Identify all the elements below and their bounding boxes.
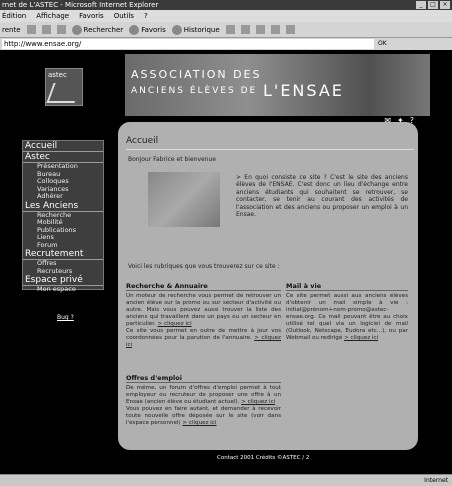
sidebar-item-adherer[interactable]: Adhérer: [23, 192, 103, 201]
sidebar-item-presentation[interactable]: Présentation: [23, 162, 103, 171]
banner-line1: ASSOCIATION DES: [131, 68, 262, 81]
maximize-button[interactable]: □: [428, 1, 438, 9]
help-icon[interactable]: ?: [410, 116, 414, 125]
sidebar-nav: Accueil Astec Présentation Bureau Colloq…: [22, 140, 104, 293]
address-bar: http://www.ensae.org/ OK: [0, 38, 452, 50]
box-recherche-body: Un moteur de recherche vous permet de re…: [126, 293, 281, 349]
history-button[interactable]: Historique: [171, 24, 220, 35]
status-zone: Internet: [424, 477, 448, 484]
content-panel: ✉ ✦ ? Accueil Bonjour Fabrice et bienven…: [118, 116, 418, 450]
box-emploi-title: Offres d'emploi: [126, 374, 281, 383]
menu-favorites[interactable]: Favoris: [79, 10, 104, 22]
favorites-icon: [129, 24, 140, 35]
messenger-icon[interactable]: [285, 25, 295, 34]
footer-links: Contact 2001 Crédits ©ASTEC / 2: [217, 455, 309, 461]
box-recherche-link[interactable]: > cliquez ici: [158, 321, 192, 327]
menu-bar: Édition Affichage Favoris Outils ?: [0, 10, 452, 22]
go-button[interactable]: OK: [378, 38, 387, 50]
box-emploi-link[interactable]: > cliquez ici: [241, 399, 275, 405]
mail-icon[interactable]: ✉: [384, 116, 391, 125]
greeting: Bonjour Fabrice et bienvenue: [128, 156, 216, 163]
header-banner: ASSOCIATION DES ANCIENS ÉLÈVES DE L'ENSA…: [125, 54, 430, 116]
banner-line2: ANCIENS ÉLÈVES DE: [131, 86, 258, 96]
sidebar-item-recruteurs[interactable]: Recruteurs: [23, 267, 103, 276]
menu-help[interactable]: ?: [144, 10, 148, 22]
logo-chevron-icon: [46, 83, 82, 103]
box-mail-title: Mail à vie: [286, 282, 408, 291]
box-mail-link[interactable]: > cliquez ici: [344, 335, 378, 341]
sidebar-item-mon-espace[interactable]: Mon espace: [23, 285, 103, 294]
box-recherche-text: Un moteur de recherche vous permet de re…: [126, 293, 281, 327]
history-icon: [171, 24, 182, 35]
refresh-icon[interactable]: [41, 25, 51, 34]
box-mail-body: Ce site permet aussi aux anciens élèves …: [286, 293, 408, 342]
rubriques-text: Voici les rubriques que vous trouverez s…: [128, 263, 280, 270]
building-image: [148, 172, 220, 227]
panel-tools: ✉ ✦ ?: [384, 116, 414, 125]
box-recherche-title: Recherche & Annuaire: [126, 282, 281, 291]
sidebar-item-publications[interactable]: Publications: [23, 226, 103, 235]
web-page: astec ASSOCIATION DES ANCIENS ÉLÈVES DE …: [0, 50, 452, 461]
back-label: rente: [2, 25, 21, 34]
box-emploi-body: De même, un forum d'offres d'emploi perm…: [126, 385, 281, 427]
page-title: Accueil: [126, 136, 159, 146]
sidebar-item-accueil[interactable]: Accueil: [23, 141, 103, 152]
edit-icon[interactable]: [255, 25, 265, 34]
sidebar-item-recherche[interactable]: Recherche: [23, 211, 103, 220]
history-label: Historique: [183, 25, 220, 34]
title-divider: [126, 149, 414, 150]
window-controls: _ □ ×: [416, 1, 450, 9]
discuss-icon[interactable]: [270, 25, 280, 34]
search-label: Rechercher: [83, 25, 124, 34]
close-button[interactable]: ×: [440, 1, 450, 9]
window-title-bar: rnet de L'ASTEC - Microsoft Internet Exp…: [0, 0, 452, 10]
favorites-button[interactable]: Favoris: [129, 24, 166, 35]
favorites-label: Favoris: [141, 25, 166, 34]
minimize-button[interactable]: _: [416, 1, 426, 9]
box-emploi-link2[interactable]: > cliquez ici: [182, 420, 216, 426]
astec-logo[interactable]: astec: [45, 68, 83, 106]
mail-icon[interactable]: [225, 25, 235, 34]
sidebar-section-recrutement: Recrutement: [23, 249, 103, 260]
search-icon: [71, 24, 82, 35]
status-bar: Internet: [0, 474, 452, 486]
sidebar-item-forum[interactable]: Forum: [23, 241, 103, 250]
window-title: rnet de L'ASTEC - Microsoft Internet Exp…: [2, 1, 159, 9]
sidebar-item-liens[interactable]: Liens: [23, 233, 103, 242]
footer-text[interactable]: Contact 2001 Crédits ©ASTEC / 2: [217, 455, 309, 461]
sidebar-section-anciens: Les Anciens: [23, 201, 103, 212]
banner-line3: L'ENSAE: [263, 81, 344, 100]
sidebar-item-variances[interactable]: Variances: [23, 185, 103, 194]
search-button[interactable]: Rechercher: [71, 24, 124, 35]
address-input[interactable]: http://www.ensae.org/: [2, 39, 374, 49]
bug-link[interactable]: Bug ?: [57, 314, 74, 321]
intro-text: > En quoi consiste ce site ? C'est le si…: [236, 174, 408, 219]
box-mail-text: Ce site permet aussi aux anciens élèves …: [286, 293, 408, 341]
logo-text: astec: [48, 71, 67, 79]
browser-toolbar: rente Rechercher Favoris Historique: [0, 22, 452, 38]
star-icon[interactable]: ✦: [397, 116, 404, 125]
print-icon[interactable]: [240, 25, 250, 34]
back-button[interactable]: rente: [2, 26, 21, 34]
menu-view[interactable]: Affichage: [36, 10, 69, 22]
menu-edit[interactable]: Édition: [2, 10, 26, 22]
stop-icon[interactable]: [26, 25, 36, 34]
menu-tools[interactable]: Outils: [114, 10, 134, 22]
home-icon[interactable]: [56, 25, 66, 34]
